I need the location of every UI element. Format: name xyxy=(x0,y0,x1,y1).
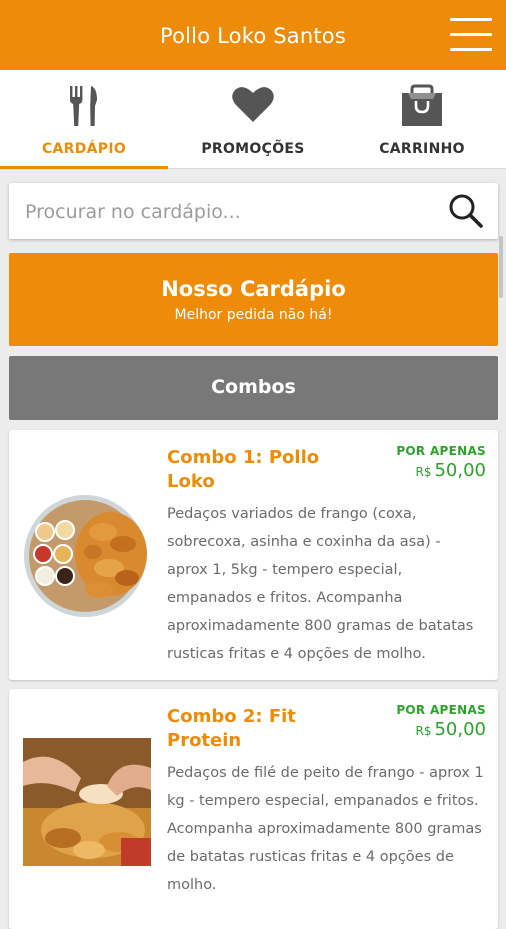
product-description: Pedaços variados de frango (coxa, sobrec… xyxy=(167,506,474,662)
app-title: Pollo Loko Santos xyxy=(159,24,346,48)
product-description: Pedaços de filé de peito de frango - apr… xyxy=(167,765,484,893)
price-value: 50,00 xyxy=(434,460,486,481)
price-currency: R$ xyxy=(415,724,432,738)
tab-promocoes-label: PROMOÇÕES xyxy=(201,141,305,157)
product-price: R$ 50,00 xyxy=(415,719,486,740)
active-tab-indicator xyxy=(0,166,168,169)
product-price: R$ 50,00 xyxy=(415,460,486,481)
menu-banner: Nosso Cardápio Melhor pedida não há! xyxy=(9,253,498,346)
shopping-bag-icon xyxy=(338,84,506,128)
banner-subtitle: Melhor pedida não há! xyxy=(174,307,333,323)
price-prefix: POR APENAS xyxy=(396,444,486,458)
banner-title: Nosso Cardápio xyxy=(161,277,346,301)
app-header: Pollo Loko Santos xyxy=(0,0,506,70)
cutlery-icon xyxy=(0,84,168,128)
product-name: Combo 1: Pollo Loko xyxy=(167,447,320,492)
price-currency: R$ xyxy=(415,465,432,479)
tab-promocoes[interactable]: PROMOÇÕES xyxy=(169,70,337,168)
hamburger-menu-icon[interactable] xyxy=(450,18,492,52)
scrollbar[interactable] xyxy=(499,236,503,298)
price-prefix: POR APENAS xyxy=(396,703,486,717)
search-input[interactable] xyxy=(23,191,437,233)
tab-carrinho[interactable]: CARRINHO xyxy=(338,70,506,168)
product-image xyxy=(23,738,151,866)
tab-cardapio-label: CARDÁPIO xyxy=(41,141,127,157)
price-value: 50,00 xyxy=(434,719,486,740)
tab-cardapio[interactable]: CARDÁPIO xyxy=(0,70,168,169)
tab-bar: CARDÁPIO PROMOÇÕES CARRINHO xyxy=(0,70,506,169)
category-label: Combos xyxy=(211,376,296,398)
product-card[interactable]: Combo 1: Pollo Loko POR APENAS R$ 50,00 P… xyxy=(9,430,498,680)
product-name: Combo 2: Fit Protein xyxy=(167,706,296,751)
heart-icon xyxy=(169,84,337,128)
product-image xyxy=(23,492,151,620)
tab-carrinho-label: CARRINHO xyxy=(379,141,465,157)
search-bar xyxy=(9,183,498,239)
product-card[interactable]: Combo 2: Fit Protein POR APENAS R$ 50,00 … xyxy=(9,689,498,929)
category-combos[interactable]: Combos xyxy=(9,356,498,420)
search-icon[interactable] xyxy=(448,193,484,229)
